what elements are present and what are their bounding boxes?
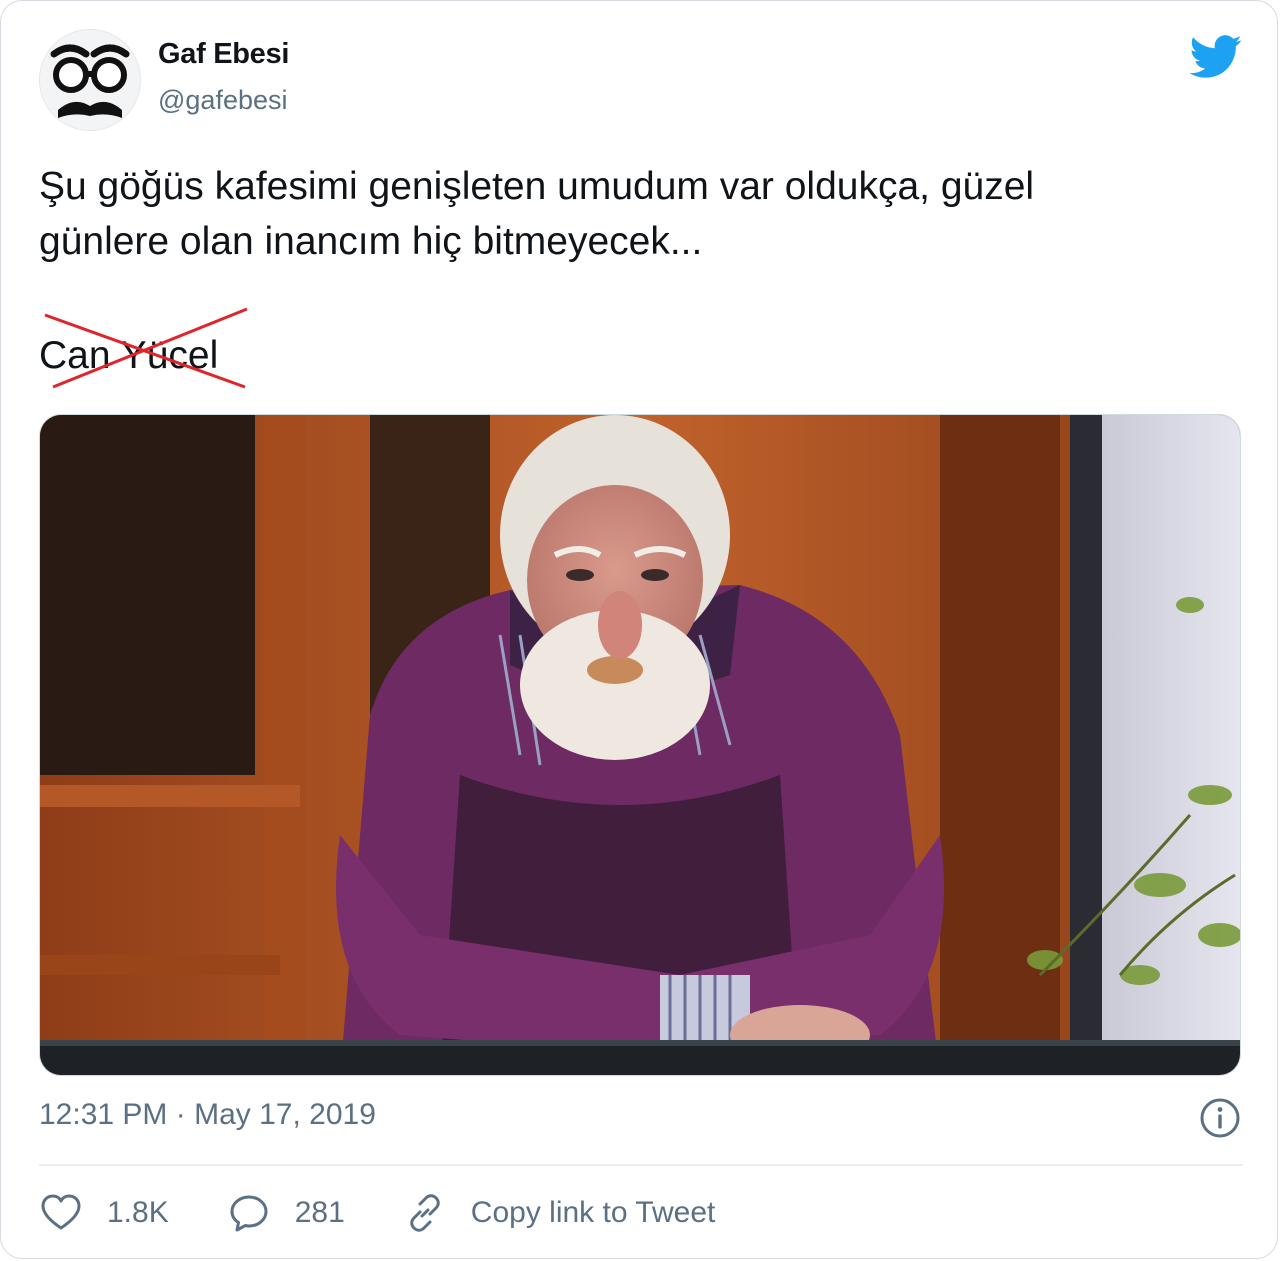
tweet-text-line: günlere olan inancım hiç bitmeyecek... bbox=[39, 220, 703, 263]
timestamp-separator: · bbox=[175, 1098, 186, 1131]
author-handle[interactable]: @gafebesi bbox=[158, 83, 289, 117]
tweet-text-line: Şu göğüs kafesimi genişleten umudum var … bbox=[39, 165, 1035, 208]
reply-count: 281 bbox=[294, 1196, 345, 1229]
tweet-card: Gaf Ebesi @gafebesi Şu göğüs kafesimi ge… bbox=[0, 0, 1278, 1259]
tweet-text: Şu göğüs kafesimi genişleten umudum var … bbox=[39, 159, 1239, 269]
copy-link-button[interactable]: Copy link to Tweet bbox=[403, 1191, 716, 1235]
twitter-bird-icon[interactable] bbox=[1189, 35, 1243, 79]
glasses-mustache-icon bbox=[40, 30, 140, 130]
like-button[interactable]: 1.8K bbox=[39, 1191, 169, 1235]
author-block[interactable]: Gaf Ebesi @gafebesi bbox=[158, 37, 289, 117]
tweet-time: 12:31 PM bbox=[39, 1098, 168, 1131]
tweet-signature: Can Yücel bbox=[39, 334, 219, 377]
heart-icon bbox=[41, 1194, 81, 1230]
tweet-date: May 17, 2019 bbox=[194, 1098, 376, 1131]
divider bbox=[39, 1164, 1243, 1166]
tweet-actions: 1.8K 281 Copy link to Tweet bbox=[39, 1191, 773, 1235]
reply-button[interactable]: 281 bbox=[227, 1191, 345, 1235]
link-icon bbox=[410, 1194, 440, 1232]
author-avatar[interactable] bbox=[39, 29, 141, 131]
tweet-timestamp[interactable]: 12:31 PM · May 17, 2019 bbox=[39, 1094, 376, 1136]
info-icon[interactable] bbox=[1198, 1096, 1242, 1140]
like-count: 1.8K bbox=[107, 1196, 169, 1229]
reply-bubble-icon bbox=[230, 1195, 268, 1232]
photo-man-leaning-on-balcony bbox=[40, 415, 1240, 1075]
copy-link-label: Copy link to Tweet bbox=[470, 1196, 716, 1229]
tweet-photo[interactable] bbox=[39, 414, 1241, 1076]
author-name[interactable]: Gaf Ebesi bbox=[158, 37, 289, 71]
